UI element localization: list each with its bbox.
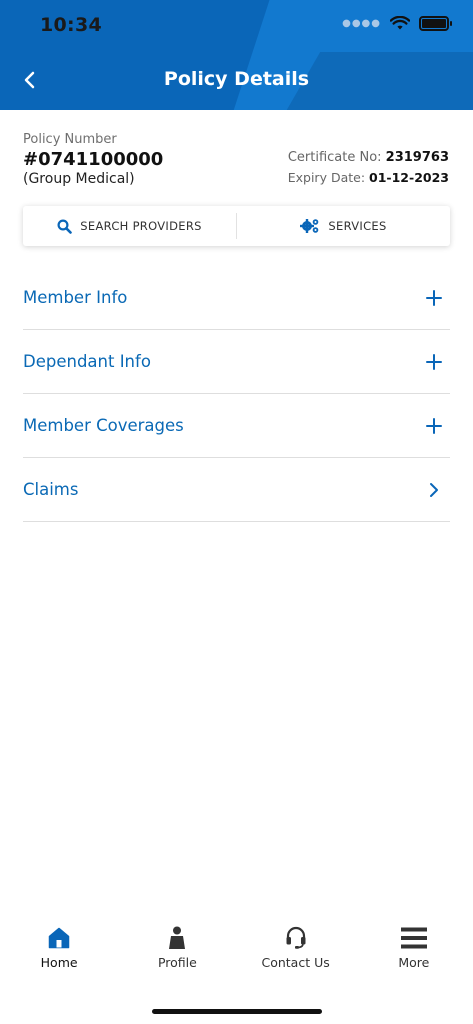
home-icon <box>48 915 70 949</box>
policy-details-screen: 10:34 ●●●● Policy Details Policy Number … <box>0 0 473 1024</box>
menu-item-member-info[interactable]: Member Info <box>23 266 450 330</box>
nav-more[interactable]: More <box>355 915 473 985</box>
nav-label: Profile <box>157 955 197 970</box>
nav-label: Home <box>40 955 78 970</box>
nav-label: Contact Us <box>261 955 330 970</box>
search-providers-label: SEARCH PROVIDERS <box>80 219 202 233</box>
menu-item-label: Member Coverages <box>23 416 184 435</box>
policy-number-label: Policy Number <box>23 132 117 147</box>
certificate-label: Certificate No: <box>287 150 382 165</box>
expiry-value: 01-12-2023 <box>369 170 449 185</box>
page-title: Policy Details <box>163 68 310 90</box>
battery-icon <box>419 16 452 31</box>
policy-actions-card: SEARCH PROVIDERS SERVICES <box>23 206 450 246</box>
status-icons: ●●●● <box>342 16 452 31</box>
gears-icon <box>300 219 319 233</box>
policy-menu-list: Member Info Dependant Info Member Covera… <box>23 266 450 522</box>
certificate-info: Certificate No: 2319763 <box>288 150 449 165</box>
home-indicator <box>152 1009 322 1014</box>
menu-item-label: Claims <box>23 480 79 499</box>
status-time: 10:34 <box>40 14 102 36</box>
expiry-label: Expiry Date: <box>287 170 366 185</box>
chevron-right-icon <box>424 480 444 500</box>
menu-item-claims[interactable]: Claims <box>23 458 450 522</box>
services-label: SERVICES <box>328 219 387 233</box>
nav-contact-us[interactable]: Contact Us <box>237 915 355 985</box>
nav-label: More <box>398 955 430 970</box>
search-providers-button[interactable]: SEARCH PROVIDERS <box>23 206 236 246</box>
menu-item-dependant-info[interactable]: Dependant Info <box>23 330 450 394</box>
expiry-info: Expiry Date: 01-12-2023 <box>288 170 449 185</box>
policy-number: #0741100000 <box>23 149 164 170</box>
nav-home[interactable]: Home <box>0 915 118 985</box>
header-bar: 10:34 ●●●● Policy Details <box>0 0 473 110</box>
plus-icon <box>424 416 444 436</box>
cellular-dots-icon: ●●●● <box>342 18 381 29</box>
wifi-icon <box>390 16 410 30</box>
plus-icon <box>424 352 444 372</box>
headset-icon <box>285 915 307 949</box>
plus-icon <box>424 288 444 308</box>
menu-item-label: Dependant Info <box>23 352 151 371</box>
hamburger-menu-icon <box>400 915 427 949</box>
nav-profile[interactable]: Profile <box>118 915 236 985</box>
menu-item-member-coverages[interactable]: Member Coverages <box>23 394 450 458</box>
person-icon <box>168 915 186 949</box>
services-button[interactable]: SERVICES <box>237 206 450 246</box>
menu-item-label: Member Info <box>23 288 128 307</box>
search-icon <box>57 218 73 234</box>
policy-type: (Group Medical) <box>23 171 135 187</box>
certificate-value: 2319763 <box>385 150 449 165</box>
bottom-navigation: Home Profile Contact Us More <box>0 915 473 985</box>
